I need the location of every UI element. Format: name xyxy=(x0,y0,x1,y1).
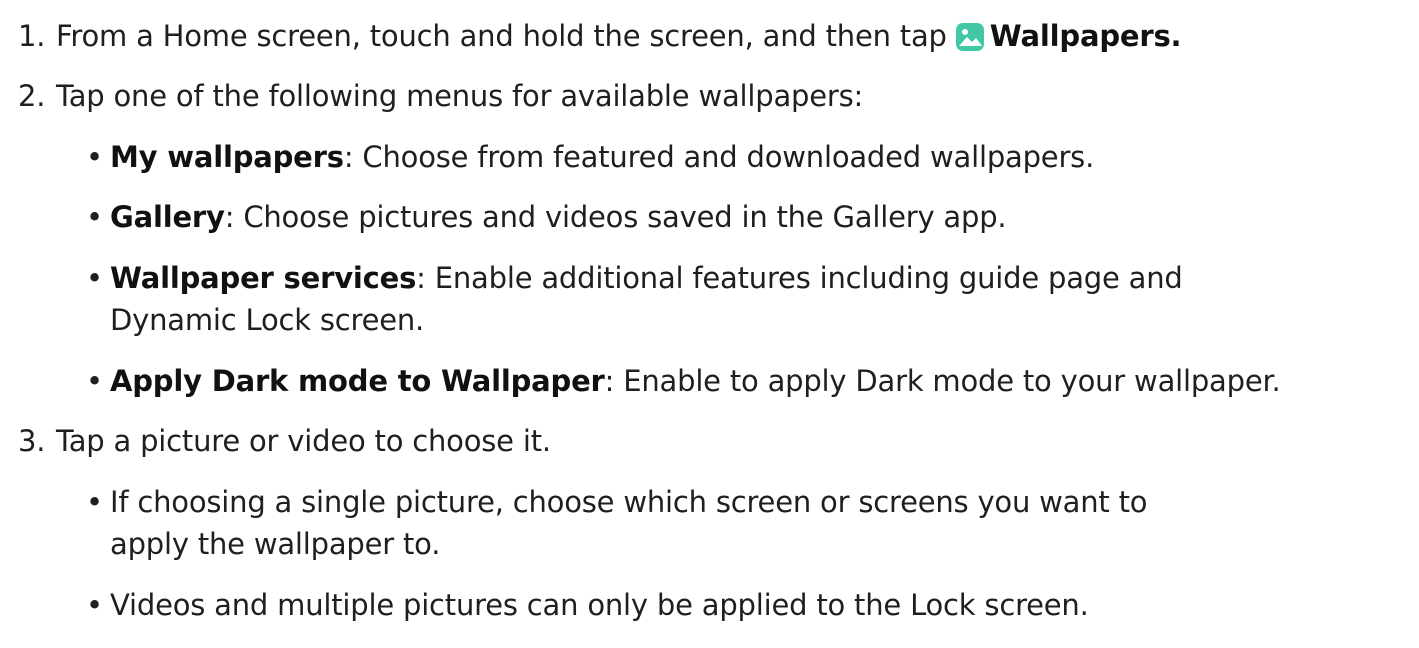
bullet-dot: • xyxy=(86,485,103,519)
bullet-desc: Choose pictures and videos saved in the … xyxy=(234,200,1007,234)
step-1-period: . xyxy=(1170,19,1182,53)
bullet-desc: If choosing a single picture, choose whi… xyxy=(110,485,1148,519)
bullet-separator: : xyxy=(343,140,354,174)
bullet-dot: • xyxy=(86,140,103,174)
step-1-text: From a Home screen, touch and hold the s… xyxy=(56,19,947,53)
bullet-term: Gallery xyxy=(110,200,225,234)
step-text: Tap one of the following menus for avail… xyxy=(56,79,864,113)
bullet-desc: Dynamic Lock screen. xyxy=(110,303,425,337)
bullet-desc: Enable additional features including gui… xyxy=(425,261,1183,295)
bullet-dot: • xyxy=(86,261,103,295)
bullet-dot: • xyxy=(86,200,103,234)
step-text: Tap a picture or video to choose it. xyxy=(56,424,551,458)
wallpapers-app-icon xyxy=(955,23,984,51)
bullet-dot: • xyxy=(86,364,103,398)
step-number: 2. xyxy=(18,79,46,113)
wallpapers-label: Wallpapers xyxy=(989,19,1171,53)
bullet-desc: Choose from featured and downloaded wall… xyxy=(353,140,1095,174)
bullet-term: My wallpapers xyxy=(110,140,344,174)
step-text: From a Home screen, touch and hold the s… xyxy=(56,16,1182,56)
bullet-term: Wallpaper services xyxy=(110,261,417,295)
bullet-dot: • xyxy=(86,588,103,622)
bullet-term: Apply Dark mode to Wallpaper xyxy=(110,364,605,398)
bullet-separator: : xyxy=(416,261,426,295)
bullet-separator: : xyxy=(224,200,235,234)
bullet-desc: apply the wallpaper to. xyxy=(110,527,441,561)
instructions-document: 1. From a Home screen, touch and hold th… xyxy=(0,0,1419,648)
step-number: 1. xyxy=(18,19,46,53)
step-number: 3. xyxy=(18,424,46,458)
bullet-separator: : xyxy=(604,364,615,398)
bullet-desc: Videos and multiple pictures can only be… xyxy=(110,588,1089,622)
bullet-desc: Enable to apply Dark mode to your wallpa… xyxy=(614,364,1281,398)
